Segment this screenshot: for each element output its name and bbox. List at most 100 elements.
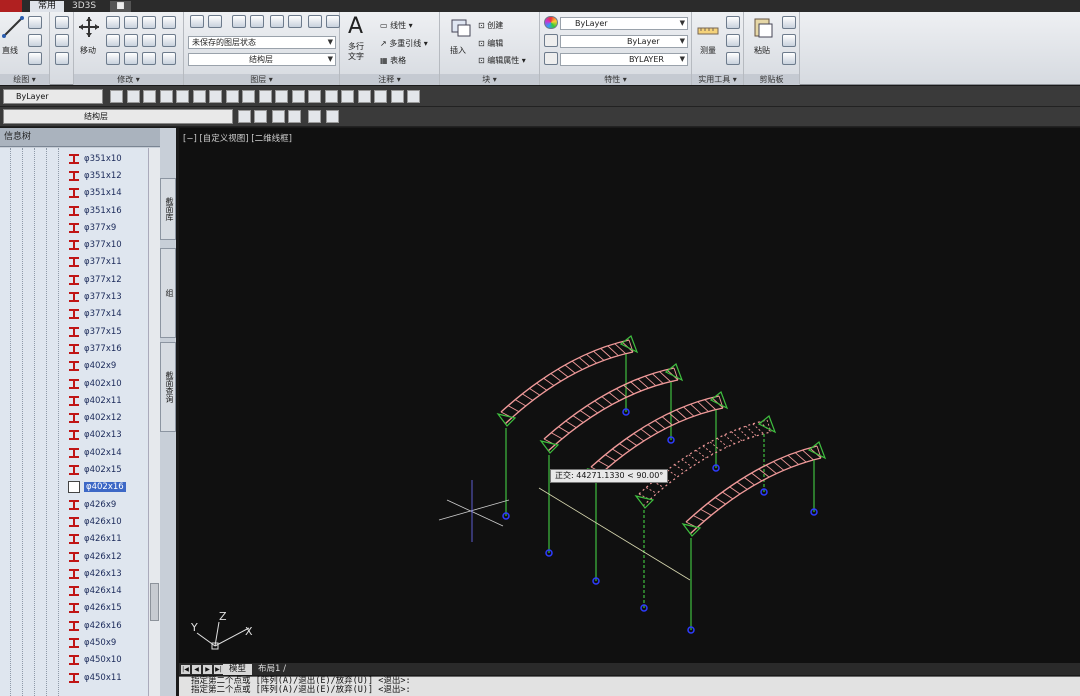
arc-icon[interactable] <box>28 52 42 65</box>
linetype-icon[interactable] <box>544 34 558 47</box>
hatch-tb-icon[interactable] <box>341 90 354 103</box>
dimension-button[interactable]: ▭ 线性 ▾ <box>380 20 413 31</box>
layer-unisolate-icon[interactable] <box>250 15 264 28</box>
tree-item[interactable]: φ426x10 <box>68 513 122 530</box>
layer-match-tb-icon[interactable] <box>308 110 321 123</box>
properties-panel-title[interactable]: 特性 ▾ <box>540 74 691 85</box>
rectangle-icon[interactable] <box>55 16 69 29</box>
offset-icon[interactable] <box>142 52 156 65</box>
scale-icon[interactable] <box>124 34 138 47</box>
layer-off-icon[interactable] <box>270 15 284 28</box>
rectangle-tb-icon[interactable] <box>176 90 189 103</box>
circle-icon[interactable] <box>28 34 42 47</box>
match-properties-icon[interactable] <box>782 52 796 65</box>
polyline-icon[interactable] <box>28 16 42 29</box>
last-tab-icon[interactable]: ▶| <box>214 664 223 674</box>
layer-unlock-icon[interactable] <box>326 15 340 28</box>
drawing-viewport[interactable]: X Y Z [−] [自定义视图] [二维线框] 正交: 44271.1330 < … <box>179 128 1080 663</box>
layer-isolate-icon[interactable] <box>232 15 246 28</box>
tree-item[interactable]: φ377x12 <box>68 271 122 288</box>
tab-home[interactable]: 常用 <box>30 1 65 12</box>
scrollbar-thumb[interactable] <box>150 583 159 621</box>
line-tb-icon[interactable] <box>110 90 123 103</box>
trim-icon[interactable] <box>142 34 156 47</box>
ellipse-icon[interactable] <box>258 90 272 103</box>
polygon-icon[interactable] <box>159 90 173 103</box>
tree-item[interactable]: φ377x10 <box>68 237 122 254</box>
tab-minimize-ribbon[interactable]: ■ <box>110 1 131 12</box>
construction-line-icon[interactable] <box>126 90 140 103</box>
tree-item[interactable]: φ426x14 <box>68 583 122 600</box>
tree-item[interactable]: φ426x13 <box>68 565 122 582</box>
tree-item[interactable]: φ351x16 <box>68 202 122 219</box>
gradient-icon[interactable] <box>55 52 69 65</box>
region-icon[interactable] <box>374 90 387 103</box>
tree-item[interactable]: φ426x9 <box>68 496 116 513</box>
tree-item[interactable]: φ402x10 <box>68 375 122 392</box>
tree-item[interactable]: φ377x9 <box>68 219 116 236</box>
first-tab-icon[interactable]: |◀ <box>181 664 190 674</box>
table-button[interactable]: ▦ 表格 <box>380 55 406 66</box>
tab-model[interactable]: 模型 <box>223 663 253 675</box>
erase-icon[interactable] <box>162 16 176 29</box>
tree-item[interactable]: φ426x15 <box>68 600 122 617</box>
polyline-tb-icon[interactable] <box>143 90 156 103</box>
tree-item[interactable]: φ402x11 <box>68 392 122 409</box>
layer-lock-icon[interactable] <box>308 15 322 28</box>
layer-walk-icon[interactable] <box>272 110 285 123</box>
revcloud-icon[interactable] <box>225 90 239 103</box>
calculator-icon[interactable] <box>726 52 740 65</box>
insert-tb-icon[interactable] <box>291 90 305 103</box>
quick-select-icon[interactable] <box>726 16 740 29</box>
edit-block-button[interactable]: ⊡ 编辑 <box>478 38 503 49</box>
array-icon[interactable] <box>124 52 138 65</box>
draw-panel-title[interactable]: 绘图 ▾ <box>0 74 49 85</box>
tree-item[interactable]: φ351x10 <box>68 150 122 167</box>
tree-item[interactable]: φ402x15 <box>68 461 122 478</box>
tab-layout1[interactable]: 布局1 / <box>252 664 292 675</box>
tree-item[interactable]: φ377x15 <box>68 323 122 340</box>
tree-item[interactable]: φ402x12 <box>68 410 122 427</box>
tree-item[interactable]: φ450x9 <box>68 634 116 651</box>
text-icon[interactable]: A <box>348 14 363 39</box>
explode-icon[interactable] <box>162 34 176 47</box>
block-panel-title[interactable]: 块 ▾ <box>440 74 539 85</box>
table-tb-icon[interactable] <box>390 90 404 103</box>
spline-icon[interactable] <box>242 90 255 103</box>
copy-clip-icon[interactable] <box>782 34 796 47</box>
lineweight-combo[interactable]: BYLAYER ▼ <box>560 53 688 66</box>
hatch-icon[interactable] <box>55 34 69 47</box>
tree-item[interactable]: φ402x13 <box>68 427 122 444</box>
tree-item[interactable]: φ377x16 <box>68 340 122 357</box>
join-icon[interactable] <box>162 52 176 65</box>
tree-item[interactable]: φ426x11 <box>68 531 122 548</box>
move-icon[interactable] <box>78 16 100 38</box>
model-drawing[interactable]: X Y Z <box>179 128 1080 663</box>
fillet-icon[interactable] <box>106 52 120 65</box>
layer-properties-icon[interactable] <box>190 15 204 28</box>
bylayer-combo[interactable]: ByLayer <box>3 89 103 104</box>
circle-tb-icon[interactable] <box>209 90 222 103</box>
paste-icon[interactable] <box>752 16 774 38</box>
clipboard-panel-title[interactable]: 剪贴板 <box>744 74 799 85</box>
lineweight-icon[interactable] <box>544 52 558 65</box>
layer-previous-icon[interactable] <box>238 110 251 123</box>
block-tb-icon[interactable] <box>308 90 321 103</box>
gradient-tb-icon[interactable] <box>357 90 371 103</box>
id-point-icon[interactable] <box>726 34 740 47</box>
tree-item[interactable]: φ351x12 <box>68 167 122 184</box>
edit-attributes-button[interactable]: ⊡ 编辑属性 ▾ <box>478 55 526 66</box>
text-tb-icon[interactable] <box>407 90 420 103</box>
create-block-button[interactable]: ⊡ 创建 <box>478 20 503 31</box>
side-tab-section-query[interactable]: 截面查询 <box>160 342 176 432</box>
tree-item[interactable]: φ426x16 <box>68 617 122 634</box>
tree-item[interactable]: φ426x12 <box>68 548 122 565</box>
layer-freeze-icon[interactable] <box>288 15 302 28</box>
linetype-combo[interactable]: ByLayer ▼ <box>560 35 688 48</box>
layer-match-icon[interactable] <box>208 15 222 28</box>
insert-block-icon[interactable] <box>450 16 472 38</box>
layer-state-icon[interactable] <box>288 110 301 123</box>
viewport-controls-label[interactable]: [−] [自定义视图] [二维线框] <box>183 132 292 144</box>
layer-name-combo[interactable]: 结构层 <box>3 109 233 124</box>
mirror-icon[interactable] <box>142 16 156 29</box>
